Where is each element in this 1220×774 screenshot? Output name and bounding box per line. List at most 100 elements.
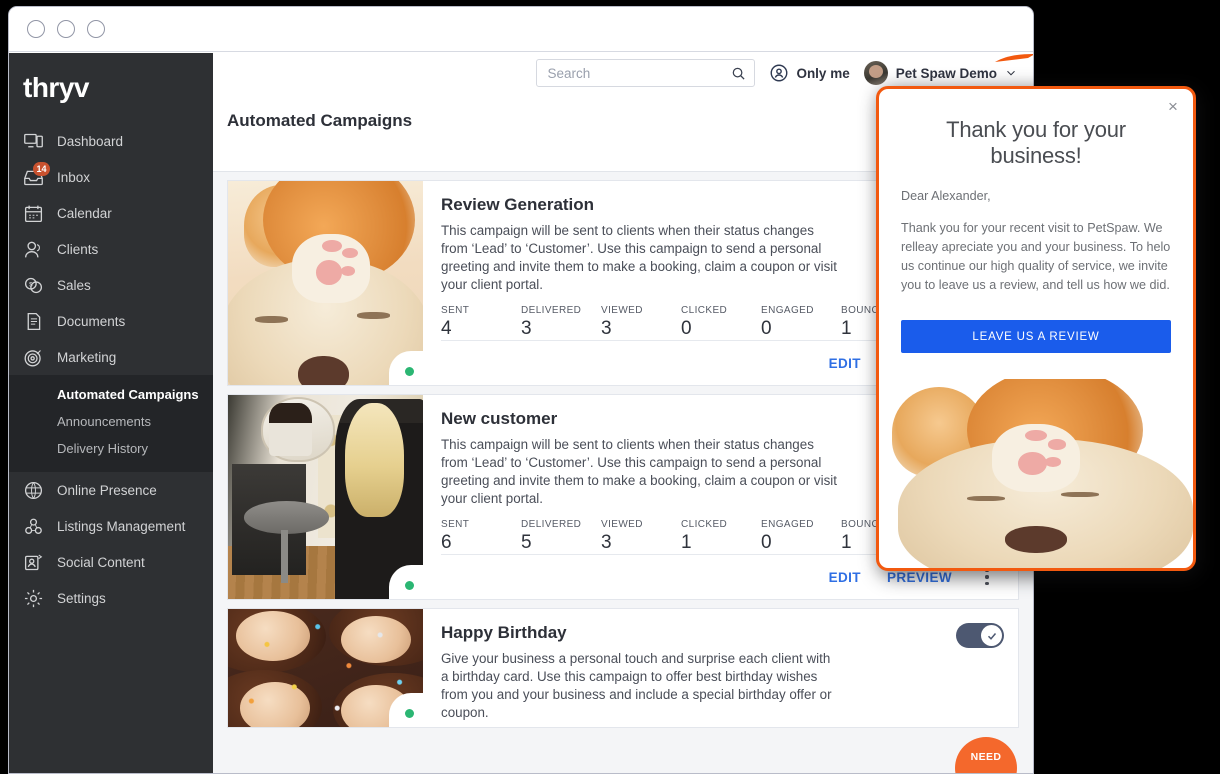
modal-content: Thank you for your business! Dear Alexan… <box>879 89 1193 353</box>
sidebar-item-label: Documents <box>57 313 126 329</box>
sidebar-item-label: Online Presence <box>57 482 157 498</box>
campaign-enable-toggle[interactable] <box>956 623 1004 648</box>
edit-button[interactable]: EDIT <box>829 356 861 371</box>
sidebar-item-label: Settings <box>57 590 106 606</box>
sidebar-item-dashboard[interactable]: Dashboard <box>9 123 213 159</box>
search-icon[interactable] <box>731 66 746 81</box>
stat-engaged: ENGAGED 0 <box>761 519 841 554</box>
documents-icon <box>23 311 44 332</box>
sidebar-item-sales[interactable]: $ Sales <box>9 267 213 303</box>
campaign-description: Give your business a personal touch and … <box>441 651 832 720</box>
stat-label: DELIVERED <box>521 305 582 316</box>
sidebar-item-label: Clients <box>57 241 99 257</box>
check-icon <box>987 632 996 640</box>
stat-value: 1 <box>681 532 692 553</box>
inbox-icon: 14 <box>23 161 50 188</box>
account-name: Pet Spaw Demo <box>895 65 997 81</box>
gear-icon <box>23 588 44 609</box>
app-logo[interactable]: thryv <box>9 53 1033 123</box>
only-me-filter[interactable]: Only me <box>769 63 850 83</box>
stat-label: SENT <box>441 519 470 530</box>
stat-value: 0 <box>681 318 692 339</box>
browser-chrome-bar <box>9 7 1033 52</box>
stat-delivered: DELIVERED 5 <box>521 519 601 554</box>
sidebar-item-automated-campaigns[interactable]: Automated Campaigns <box>9 381 213 408</box>
campaign-description: This campaign will be sent to clients wh… <box>441 437 837 506</box>
sidebar-item-label: Dashboard <box>57 133 124 149</box>
stat-value: 3 <box>521 318 532 339</box>
listings-icon <box>23 516 44 537</box>
stat-label: SENT <box>441 305 470 316</box>
sidebar-item-social-content[interactable]: Social Content <box>9 544 213 580</box>
search-input[interactable] <box>547 65 732 81</box>
toggle-knob <box>981 625 1002 646</box>
edit-button[interactable]: EDIT <box>829 570 861 585</box>
sidebar-item-label: Social Content <box>57 554 145 570</box>
sidebar-item-announcements[interactable]: Announcements <box>9 408 213 435</box>
sidebar-item-settings[interactable]: Settings <box>9 580 213 616</box>
leave-review-button[interactable]: LEAVE US A REVIEW <box>901 320 1171 353</box>
sidebar-item-delivery-history[interactable]: Delivery History <box>9 435 213 462</box>
sidebar-item-label: Inbox <box>57 169 91 185</box>
account-menu[interactable]: Pet Spaw Demo <box>863 61 1017 85</box>
campaign-body: Happy Birthday Give your business a pers… <box>423 609 1018 727</box>
inbox-badge: 14 <box>33 161 50 176</box>
stat-sent: SENT 6 <box>441 519 521 554</box>
stat-clicked: CLICKED 1 <box>681 519 761 554</box>
sales-icon: $ <box>23 275 44 296</box>
status-dot-active <box>404 580 414 590</box>
window-maximize-dot[interactable] <box>57 20 75 38</box>
sidebar-item-calendar[interactable]: Calendar <box>9 195 213 231</box>
marketing-submenu: Automated Campaigns Announcements Delive… <box>9 375 213 472</box>
stat-delivered: DELIVERED 3 <box>521 305 601 340</box>
campaign-title: Happy Birthday <box>441 623 567 642</box>
sidebar: thryv Dashboard 14 Inbox Calendar Client… <box>9 53 1033 773</box>
search-box[interactable] <box>536 59 756 87</box>
sidebar-item-label: Marketing <box>57 349 117 365</box>
stat-label: CLICKED <box>681 519 728 530</box>
modal-photo <box>879 379 1193 568</box>
stat-label: DELIVERED <box>521 519 582 530</box>
svg-text:$: $ <box>29 281 33 288</box>
campaign-card[interactable]: Happy Birthday Give your business a pers… <box>227 608 1019 728</box>
stat-value: 4 <box>441 318 452 339</box>
stat-value: 5 <box>521 532 532 553</box>
sidebar-item-label: Calendar <box>57 205 112 221</box>
status-dot-active <box>404 366 414 376</box>
window-minimize-dot[interactable] <box>27 20 45 38</box>
modal-body-text: Thank you for your recent visit to PetSp… <box>901 221 1171 292</box>
sidebar-item-marketing[interactable]: Marketing <box>9 339 213 375</box>
chevron-down-icon[interactable] <box>1005 67 1017 79</box>
campaign-thumbnail <box>228 181 423 385</box>
stat-label: ENGAGED <box>761 519 814 530</box>
sidebar-item-label: Listings Management <box>57 518 186 534</box>
campaign-description: This campaign will be sent to clients wh… <box>441 223 837 292</box>
window-close-dot[interactable] <box>87 20 105 38</box>
stat-value: 0 <box>761 318 772 339</box>
globe-icon <box>23 480 44 501</box>
modal-greeting: Dear Alexander, <box>901 189 991 203</box>
sidebar-item-online-presence[interactable]: Online Presence <box>9 472 213 508</box>
stat-value: 3 <box>601 318 612 339</box>
close-icon[interactable]: × <box>1163 97 1183 117</box>
modal-title: Thank you for your business! <box>946 117 1126 168</box>
sidebar-item-listings-management[interactable]: Listings Management <box>9 508 213 544</box>
avatar <box>863 61 888 85</box>
sidebar-item-inbox[interactable]: 14 Inbox <box>9 159 213 195</box>
stat-label: VIEWED <box>601 519 643 530</box>
stat-value: 6 <box>441 532 452 553</box>
stat-sent: SENT 4 <box>441 305 521 340</box>
marketing-target-icon <box>23 347 44 368</box>
user-circle-icon <box>770 64 788 82</box>
pets-photo <box>228 181 423 385</box>
stat-clicked: CLICKED 0 <box>681 305 761 340</box>
stat-viewed: VIEWED 3 <box>601 519 681 554</box>
campaign-thumbnail <box>228 395 423 599</box>
sidebar-item-clients[interactable]: Clients <box>9 231 213 267</box>
social-content-icon <box>23 552 44 573</box>
sidebar-item-documents[interactable]: Documents <box>9 303 213 339</box>
stat-label: ENGAGED <box>761 305 814 316</box>
stat-value: 3 <box>601 532 612 553</box>
sidebar-item-label: Sales <box>57 277 91 293</box>
clients-icon <box>23 239 44 260</box>
